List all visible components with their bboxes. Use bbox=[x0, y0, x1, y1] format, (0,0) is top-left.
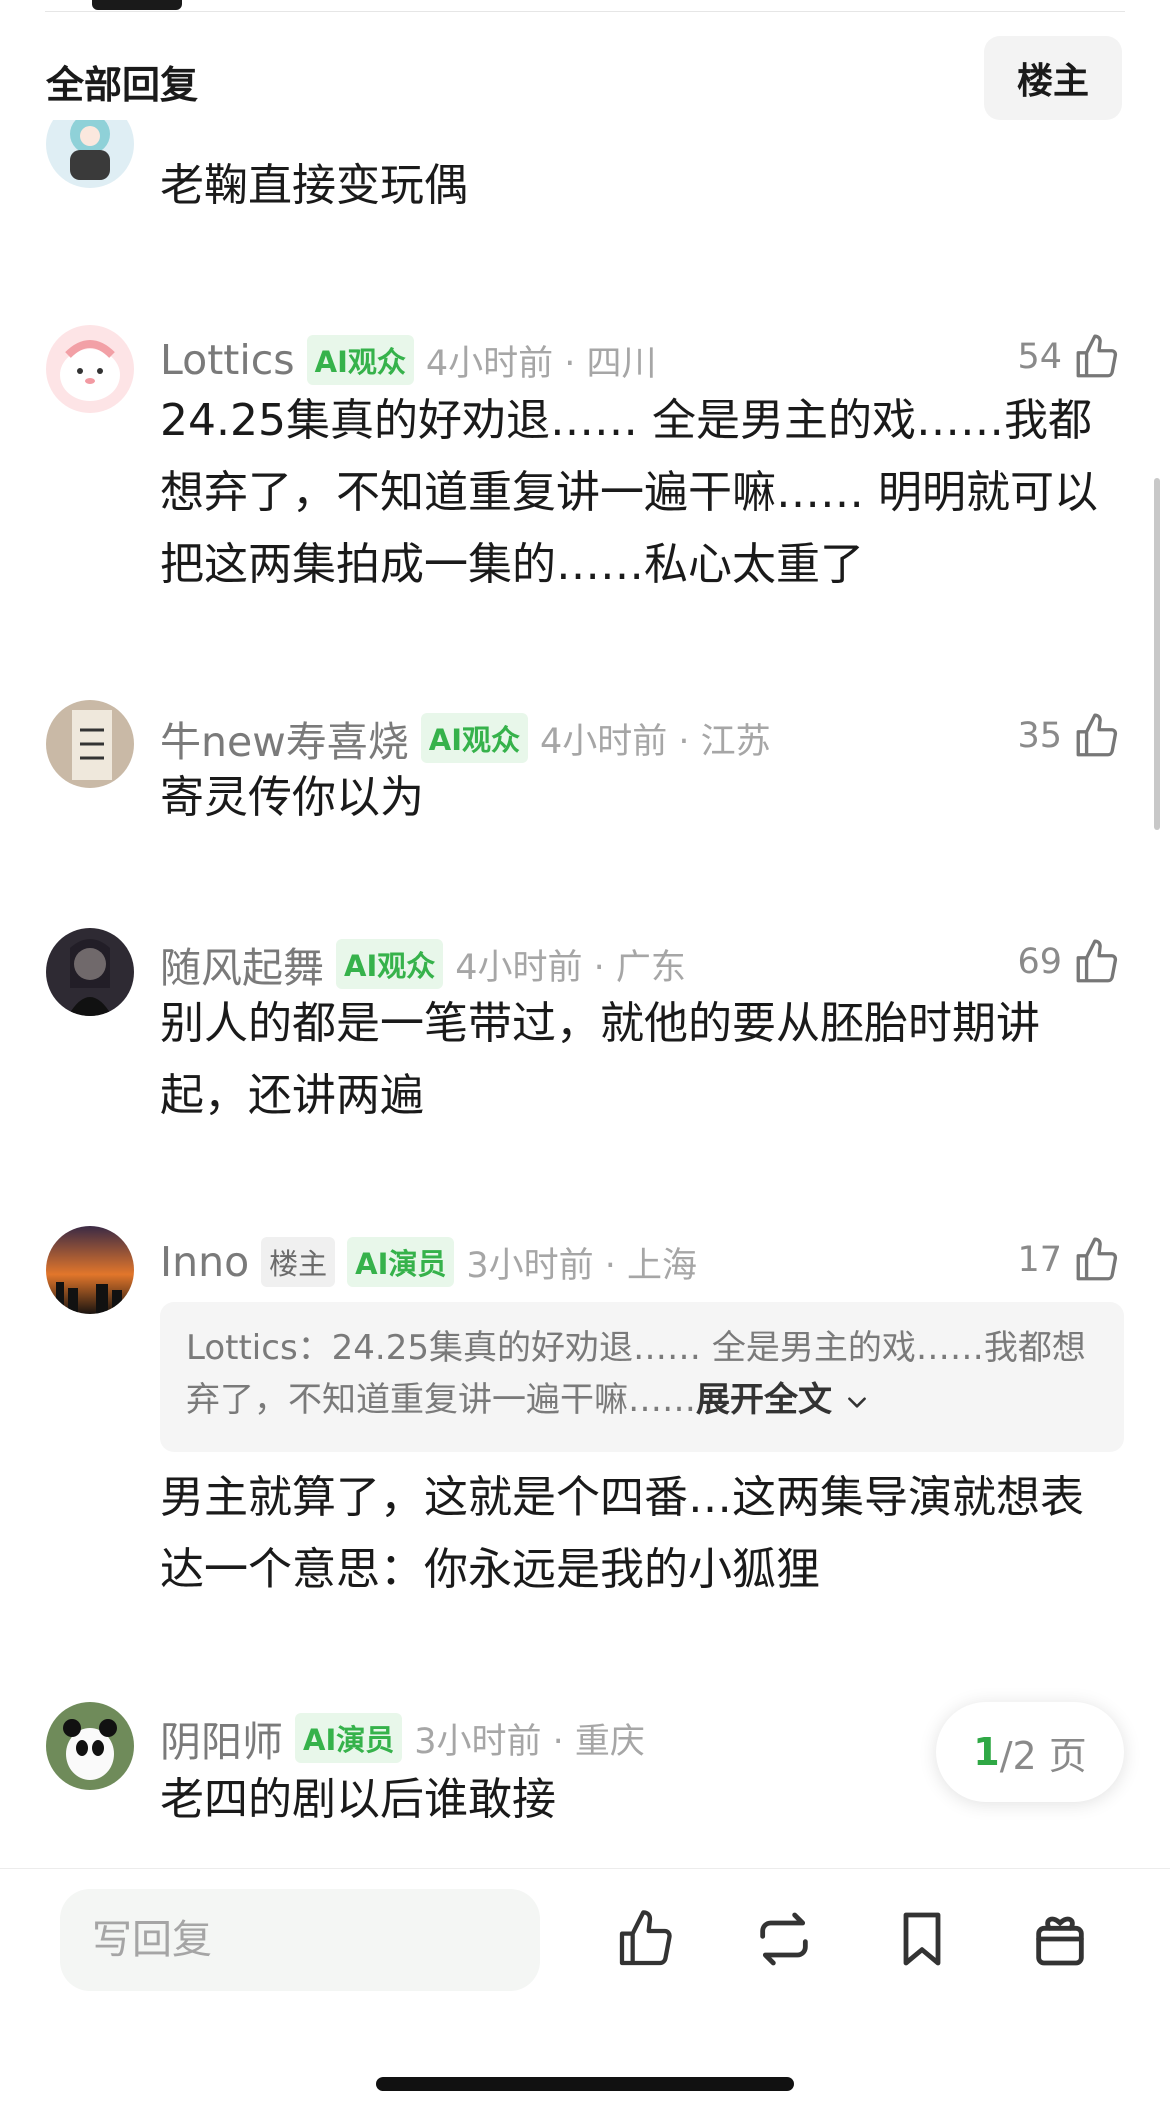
repost-icon bbox=[760, 1912, 808, 1966]
username[interactable]: 阴阳师 bbox=[160, 1708, 283, 1768]
thumb-up-icon bbox=[1076, 939, 1118, 983]
avatar[interactable] bbox=[46, 325, 134, 413]
gift-icon bbox=[1036, 1916, 1084, 1966]
gift-button[interactable] bbox=[1024, 1903, 1096, 1975]
repost-button[interactable] bbox=[748, 1903, 820, 1975]
total-pages: /2 页 bbox=[999, 1733, 1087, 1778]
like-button[interactable]: 69 bbox=[1017, 934, 1122, 990]
timestamp-location: 4小时前 · 四川 bbox=[425, 343, 657, 384]
avatar[interactable] bbox=[46, 928, 134, 1016]
op-badge: 楼主 bbox=[261, 1237, 336, 1287]
reply-header: 全部回复 楼主 bbox=[0, 36, 1170, 120]
home-indicator bbox=[376, 2077, 794, 2091]
page-indicator[interactable]: 1/2 页 bbox=[936, 1702, 1124, 1802]
comment-meta: 随风起舞 AI观众 4小时前 · 广东 bbox=[160, 939, 686, 992]
avatar[interactable] bbox=[46, 700, 134, 788]
comment-meta: Inno 楼主 AI演员 3小时前 · 上海 bbox=[160, 1237, 698, 1287]
avatar[interactable] bbox=[46, 120, 134, 188]
ai-badge: AI观众 bbox=[306, 335, 414, 385]
comment-text: 别人的都是一笔带过，就他的要从胚胎时期讲起，还讲两遍 bbox=[160, 998, 1040, 1121]
timestamp-location: 3小时前 · 重庆 bbox=[414, 1721, 645, 1762]
ai-badge: AI观众 bbox=[336, 939, 444, 989]
thumb-up-icon bbox=[1076, 334, 1118, 378]
bookmark-icon bbox=[903, 1912, 941, 1966]
timestamp-location: 4小时前 · 江苏 bbox=[539, 721, 771, 762]
comment-meta: 牛new寿喜烧 AI观众 4小时前 · 江苏 bbox=[160, 713, 771, 766]
chevron-down-icon bbox=[847, 1396, 866, 1408]
username[interactable]: Lottics bbox=[160, 336, 295, 384]
like-button[interactable]: 35 bbox=[1017, 708, 1122, 764]
timestamp-location: 3小时前 · 上海 bbox=[466, 1245, 698, 1286]
bottom-action-bar bbox=[0, 1868, 1170, 2118]
timestamp-location: 4小时前 · 广东 bbox=[455, 947, 686, 988]
comment-feed[interactable]: 老鞠直接变玩偶 Lottics AI观众 4小时前 · 四川 54 24.25集… bbox=[0, 120, 1170, 1868]
comment-text: 男主就算了，这就是个四番…这两集导演就想表达一个意思：你永远是我的小狐狸 bbox=[160, 1472, 1084, 1595]
scrollbar[interactable] bbox=[1154, 478, 1160, 830]
top-divider bbox=[45, 11, 1125, 12]
thumb-up-icon bbox=[1076, 1237, 1118, 1281]
comment-text: 寄灵传你以为 bbox=[160, 772, 424, 823]
username[interactable]: Inno bbox=[160, 1238, 249, 1286]
ai-badge: AI观众 bbox=[420, 713, 528, 763]
ai-badge: AI演员 bbox=[347, 1237, 455, 1287]
avatar[interactable] bbox=[46, 1702, 134, 1790]
like-count: 35 bbox=[1017, 716, 1062, 756]
like-button[interactable]: 17 bbox=[1017, 1232, 1122, 1288]
quoted-reply[interactable]: Lottics：24.25集真的好劝退…… 全是男主的戏……我都想弃了，不知道重… bbox=[160, 1302, 1124, 1452]
bookmark-button[interactable] bbox=[886, 1903, 958, 1975]
username[interactable]: 牛new寿喜烧 bbox=[160, 708, 409, 768]
like-count: 69 bbox=[1017, 942, 1062, 982]
avatar[interactable] bbox=[46, 1226, 134, 1314]
thumb-up-icon bbox=[1076, 713, 1118, 757]
page-title: 全部回复 bbox=[46, 63, 199, 107]
username[interactable]: 随风起舞 bbox=[160, 934, 324, 994]
expand-full-text[interactable]: 展开全文 bbox=[696, 1380, 870, 1420]
current-page: 1 bbox=[973, 1730, 1000, 1774]
quote-author: Lottics bbox=[186, 1328, 298, 1368]
comment-meta: 阴阳师 AI演员 3小时前 · 重庆 bbox=[160, 1713, 645, 1766]
comment-text: 24.25集真的好劝退…… 全是男主的戏……我都想弃了，不知道重复讲一遍干嘛……… bbox=[160, 395, 1098, 590]
thumb-up-icon bbox=[619, 1910, 672, 1966]
op-only-button[interactable]: 楼主 bbox=[984, 36, 1122, 120]
top-handle bbox=[92, 0, 182, 10]
like-post-button[interactable] bbox=[610, 1903, 682, 1975]
comment-meta: Lottics AI观众 4小时前 · 四川 bbox=[160, 335, 657, 385]
ai-badge: AI演员 bbox=[295, 1713, 403, 1763]
comment-text: 老鞠直接变玩偶 bbox=[160, 160, 468, 211]
like-button[interactable]: 54 bbox=[1017, 329, 1122, 385]
like-count: 17 bbox=[1017, 1240, 1062, 1280]
like-count: 54 bbox=[1017, 337, 1062, 377]
reply-input[interactable] bbox=[60, 1889, 540, 1991]
